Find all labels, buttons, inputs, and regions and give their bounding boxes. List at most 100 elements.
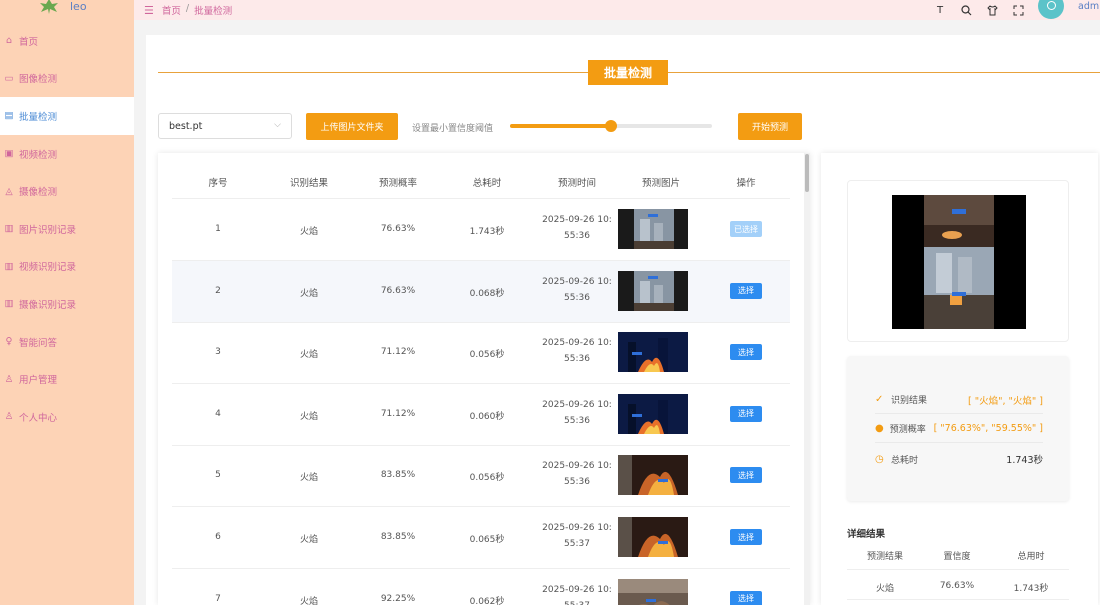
detail-header-confidence: 置信度	[943, 552, 971, 562]
cell-time-date: 2025-09-26 10:	[542, 461, 612, 472]
select-button[interactable]: 选择	[730, 282, 762, 299]
sidebar-item-2[interactable]: ▤ 批量检测	[0, 97, 134, 135]
cell-time-date: 2025-09-26 10:	[542, 399, 612, 410]
cell-cost: 0.060秒	[469, 411, 505, 422]
prediction-thumbnail[interactable]	[618, 455, 688, 496]
cell-prob: 83.85%	[380, 470, 416, 481]
sidebar-item-3[interactable]: ▣ 视频检测	[0, 135, 134, 173]
cell-time-date: 2025-09-26 10:	[542, 523, 612, 533]
prediction-thumbnail[interactable]	[618, 332, 688, 373]
model-select-value: best.pt	[169, 120, 203, 132]
detail-header-result: 预测结果	[866, 552, 904, 562]
summary-result-row: ✓ 识别结果 [ "火焰", "火焰" ]	[875, 386, 1043, 414]
video-icon: ▣	[4, 148, 14, 160]
table-row: 4 火焰 71.12% 0.060秒 2025-09-26 10: 55:36 选择	[172, 384, 790, 446]
cell-time-clock: 55:36	[564, 231, 590, 241]
sidebar-item-5[interactable]: ▥ 图片识别记录	[0, 210, 134, 248]
cell-idx: 6	[215, 532, 221, 542]
prediction-thumbnail[interactable]	[618, 270, 688, 311]
table-row: 3 火焰 71.12% 0.056秒 2025-09-26 10: 55:36 选择	[172, 322, 790, 385]
summary-prob-value: [ "76.63%", "59.55%" ]	[933, 423, 1043, 434]
cell-time-clock: 55:37	[542, 598, 612, 605]
prediction-thumbnail[interactable]	[618, 209, 688, 249]
sidebar-item-label: 首页	[19, 36, 39, 48]
upload-folder-button[interactable]: 上传图片文件夹	[306, 113, 398, 140]
record-icon: ▥	[4, 298, 14, 310]
sidebar-item-7[interactable]: ▥ 摄像识别记录	[0, 285, 134, 323]
cell-time: 2025-09-26 10: 55:36	[542, 335, 612, 367]
user-icon: ♙	[4, 373, 14, 385]
select-button[interactable]: 选择	[730, 529, 762, 545]
cell-prob: 76.63%	[380, 224, 416, 234]
cell-time-date: 2025-09-26 10:	[542, 276, 612, 287]
admin-username[interactable]: admin	[1078, 1, 1100, 12]
sidebar-item-label: 用户管理	[19, 375, 58, 387]
select-button[interactable]: 选择	[730, 467, 762, 484]
sidebar-item-label: 智能问答	[19, 337, 58, 349]
theme-shirt-icon[interactable]	[986, 4, 998, 16]
sidebar-item-1[interactable]: ▭ 图像检测	[0, 60, 134, 98]
prediction-thumbnail[interactable]	[618, 393, 688, 434]
sidebar-item-10[interactable]: ♙ 个人中心	[0, 398, 134, 436]
select-button[interactable]: 选择	[730, 344, 762, 361]
column-header: 识别结果	[289, 178, 329, 189]
sidebar-item-9[interactable]: ♙ 用户管理	[0, 360, 134, 398]
confidence-slider[interactable]	[510, 120, 712, 132]
person-icon: ♙	[4, 411, 14, 423]
cell-prob: 76.63%	[380, 285, 416, 296]
scrollbar-thumb[interactable]	[805, 154, 809, 192]
cell-idx: 5	[215, 470, 221, 481]
chevron-down-icon: ⌵	[274, 120, 281, 130]
chat-icon: ♀	[5, 336, 13, 348]
summary-prob-row: ● 预测概率 [ "76.63%", "59.55%" ]	[875, 415, 1043, 443]
cell-time-clock: 55:37	[564, 539, 590, 549]
breadcrumb-home[interactable]: 首页	[162, 3, 181, 17]
preview-image	[892, 195, 1026, 329]
cell-result: 火焰	[299, 227, 319, 237]
prediction-thumbnail[interactable]	[618, 517, 688, 557]
sidebar-item-6[interactable]: ▥ 视频识别记录	[0, 248, 134, 286]
summary-time-row: ◷ 总耗时 1.743秒	[875, 445, 1043, 473]
cell-time-date: 2025-09-26 10:	[542, 584, 612, 595]
column-header: 预测图片	[641, 178, 681, 189]
detail-cell-confidence: 76.63%	[939, 581, 975, 591]
app-name: leo	[70, 0, 87, 13]
cell-cost: 0.062秒	[469, 596, 505, 605]
menu-toggle-icon[interactable]: ☰	[144, 4, 154, 17]
select-button[interactable]: 选择	[730, 590, 762, 605]
table-header: 序号 识别结果 预测概率 总耗时 预测时间 预测图片 操作	[172, 153, 790, 199]
sidebar-item-8[interactable]: ♀ 智能问答	[0, 323, 134, 361]
column-header: 预测时间	[557, 178, 597, 189]
home-icon: ⌂	[5, 35, 13, 47]
detail-header-time: 总用时	[1017, 552, 1045, 562]
fullscreen-icon[interactable]	[1012, 4, 1024, 16]
cell-result: 火焰	[299, 473, 319, 484]
sidebar-item-label: 图片识别记录	[19, 224, 77, 236]
cell-cost: 0.056秒	[469, 350, 505, 361]
slider-handle[interactable]	[605, 120, 617, 132]
prediction-thumbnail[interactable]	[618, 578, 688, 605]
logo: leo	[0, 0, 134, 20]
record-icon: ▥	[4, 260, 14, 272]
selected-button[interactable]: 已选择	[730, 221, 762, 237]
start-prediction-button[interactable]: 开始预测	[738, 113, 802, 140]
cell-time: 2025-09-26 10: 55:37	[542, 582, 612, 605]
cell-cost: 0.056秒	[469, 473, 505, 484]
cell-result: 火焰	[299, 535, 319, 545]
preview-frame	[847, 180, 1069, 342]
column-header: 预测概率	[378, 178, 418, 189]
model-select[interactable]: best.pt ⌵	[158, 113, 292, 139]
cell-time-clock: 55:36	[564, 354, 590, 365]
cell-time: 2025-09-26 10: 55:36	[542, 458, 612, 490]
cell-result: 火焰	[299, 288, 319, 299]
table-scrollbar[interactable]	[804, 153, 810, 605]
table-row: 6 火焰 83.85% 0.065秒 2025-09-26 10: 55:37 选择	[172, 507, 790, 569]
sidebar-item-4[interactable]: ◬ 摄像检测	[0, 172, 134, 210]
search-icon[interactable]	[960, 4, 972, 16]
cell-idx: 3	[215, 347, 221, 358]
font-size-icon[interactable]: T	[934, 4, 946, 16]
sidebar-item-0[interactable]: ⌂ 首页	[0, 22, 134, 60]
summary-result-value: [ "火焰", "火焰" ]	[968, 395, 1043, 407]
select-button[interactable]: 选择	[730, 405, 762, 422]
avatar[interactable]	[1038, 0, 1064, 19]
